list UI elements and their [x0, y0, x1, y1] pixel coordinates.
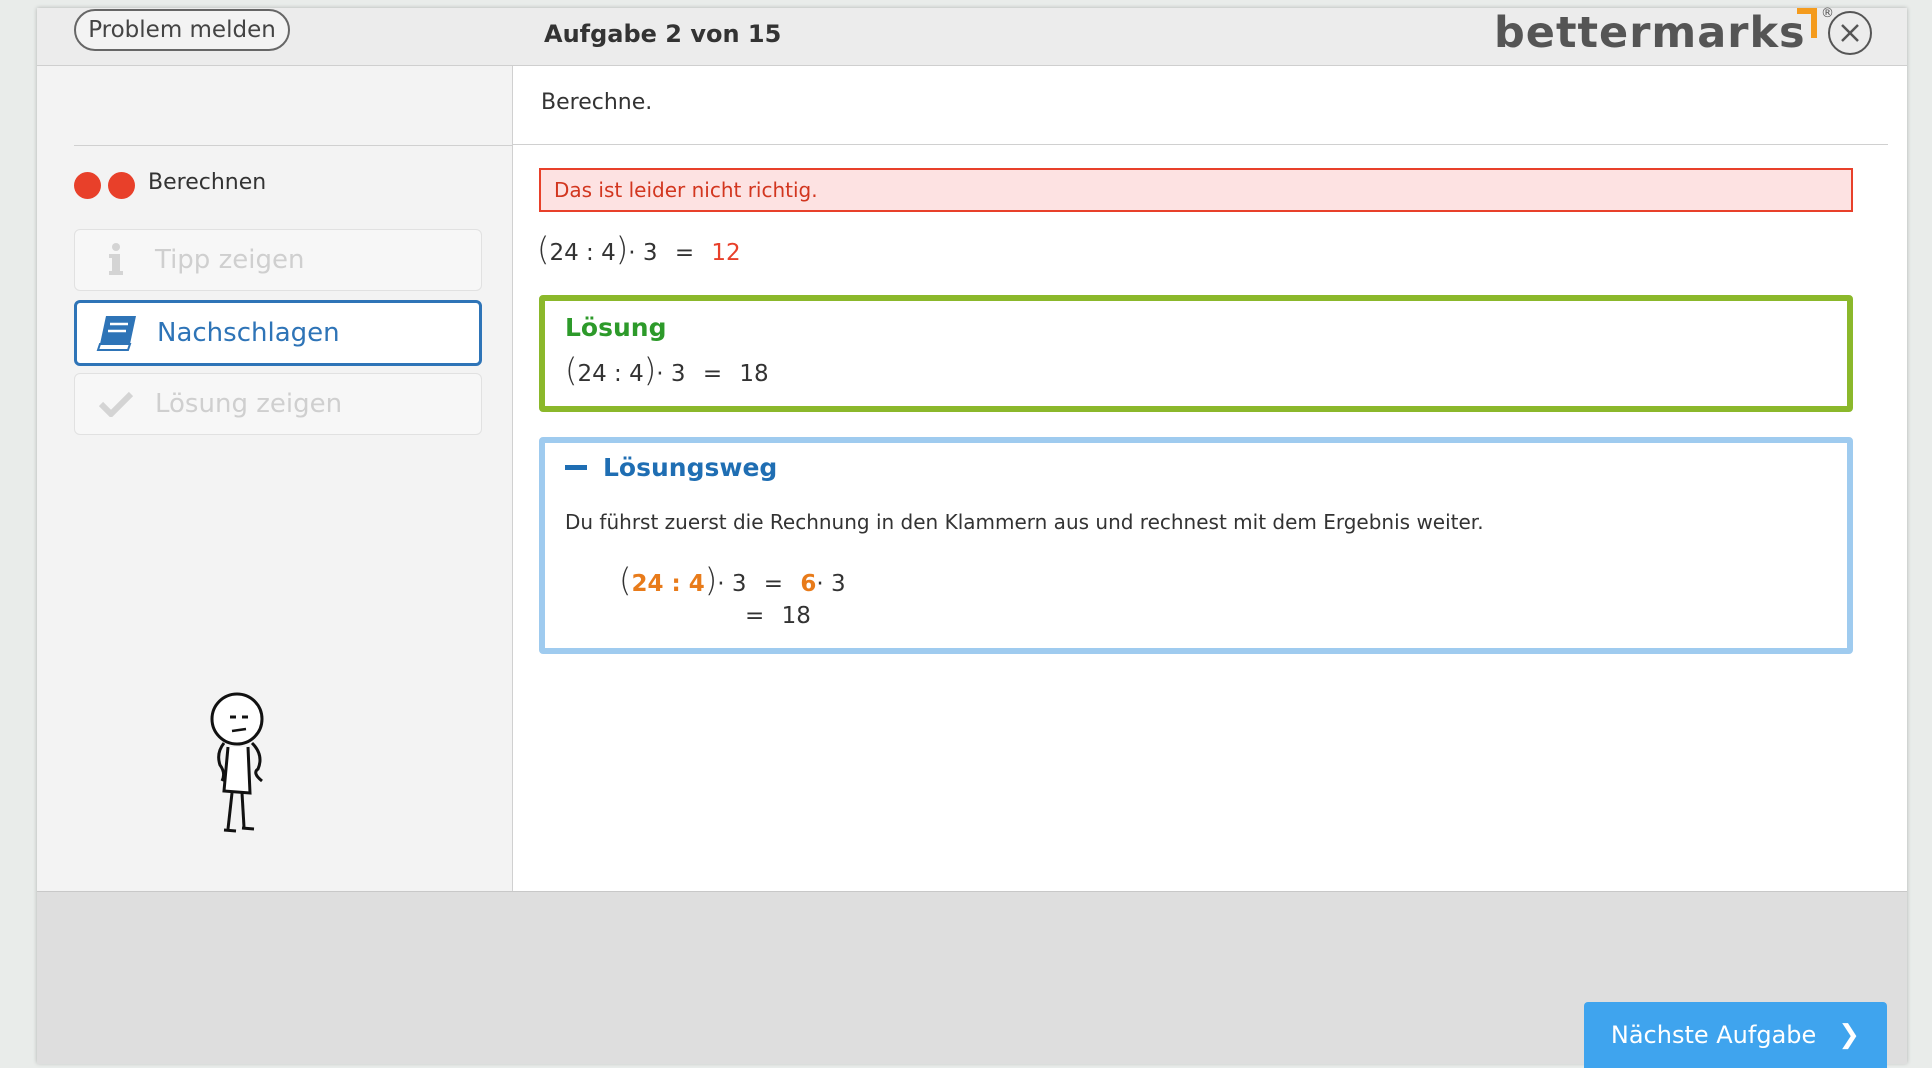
- paren-open: (: [619, 561, 632, 599]
- close-button[interactable]: [1828, 11, 1872, 55]
- show-solution-button[interactable]: Lösung zeigen: [74, 373, 482, 435]
- solution-steps-toggle[interactable]: Lösungsweg: [565, 453, 777, 482]
- close-icon: [1841, 24, 1859, 42]
- step1-rest: · 3: [816, 571, 846, 597]
- solution-steps-box: Lösungsweg Du führst zuerst die Rechnung…: [539, 437, 1853, 654]
- paren-open: (: [537, 230, 550, 268]
- show-solution-label: Lösung zeigen: [155, 389, 343, 419]
- tip-button-label: Tipp zeigen: [155, 245, 305, 275]
- solution-step-2: = 18: [745, 603, 811, 629]
- footer-bar: Nächste Aufgabe ❯: [37, 891, 1907, 1068]
- answer-equals: =: [674, 240, 695, 266]
- book-icon: [95, 313, 141, 353]
- chevron-right-icon: ❯: [1838, 1020, 1861, 1050]
- user-answer-value: 12: [711, 240, 741, 266]
- sidebar-divider: [74, 145, 512, 146]
- brand-logo-mark: [1797, 8, 1817, 38]
- step1-expr-inner: 24 : 4: [631, 571, 705, 597]
- paren-open: (: [565, 351, 578, 389]
- tip-button[interactable]: Tipp zeigen: [74, 229, 482, 291]
- task-counter: Aufgabe 2 von 15: [544, 20, 782, 48]
- solution-steps-explanation: Du führst zuerst die Rechnung in den Kla…: [565, 510, 1484, 534]
- lookup-button[interactable]: Nachschlagen: [74, 300, 482, 366]
- status-dot-1: [74, 172, 101, 199]
- solution-value: 18: [739, 361, 769, 387]
- status-dot-2: [108, 172, 135, 199]
- next-task-button[interactable]: Nächste Aufgabe ❯: [1584, 1002, 1887, 1068]
- info-icon: [93, 240, 139, 280]
- error-message-text: Das ist leider nicht richtig.: [554, 178, 818, 202]
- step1-factor: · 3: [717, 571, 747, 597]
- character-illustration: [210, 692, 264, 833]
- sidebar: Berechnen Tipp zeigen Nachschlagen Lösun…: [37, 66, 513, 891]
- report-problem-button[interactable]: Problem melden: [74, 9, 290, 51]
- solution-title: Lösung: [565, 313, 667, 342]
- solution-steps-title: Lösungsweg: [603, 453, 778, 482]
- step2-equals: =: [745, 603, 765, 629]
- brand-logo: bettermarks: [1494, 8, 1806, 58]
- next-task-label: Nächste Aufgabe: [1610, 1021, 1817, 1049]
- step1-result: 6: [800, 571, 817, 597]
- top-bar: Problem melden Aufgabe 2 von 15 betterma…: [37, 6, 1907, 66]
- answer-factor: · 3: [628, 240, 658, 266]
- answer-expr-inner: 24 : 4: [549, 240, 616, 266]
- paren-close: ): [643, 351, 657, 389]
- step1-equals: =: [763, 571, 784, 597]
- solution-factor: · 3: [656, 361, 686, 387]
- collapse-icon: [565, 465, 587, 470]
- topic-label: Berechnen: [148, 170, 267, 195]
- paren-close: ): [704, 561, 718, 599]
- user-answer-line: (24 : 4)· 3 = 12: [537, 230, 741, 268]
- paren-close: ): [615, 230, 629, 268]
- main-divider: [513, 144, 1888, 145]
- task-prompt: Berechne.: [541, 90, 653, 115]
- solution-equals: =: [702, 361, 723, 387]
- error-message: Das ist leider nicht richtig.: [539, 168, 1853, 212]
- solution-expression: (24 : 4)· 3 = 18: [565, 351, 769, 389]
- solution-expr-inner: 24 : 4: [577, 361, 644, 387]
- step2-value: 18: [781, 603, 811, 629]
- solution-step-1: (24 : 4)· 3 = 6· 3: [619, 561, 846, 599]
- checkmark-icon: [93, 384, 139, 424]
- solution-box: Lösung (24 : 4)· 3 = 18: [539, 295, 1853, 412]
- app-window: Problem melden Aufgabe 2 von 15 betterma…: [37, 6, 1907, 1068]
- lookup-button-label: Nachschlagen: [157, 318, 340, 348]
